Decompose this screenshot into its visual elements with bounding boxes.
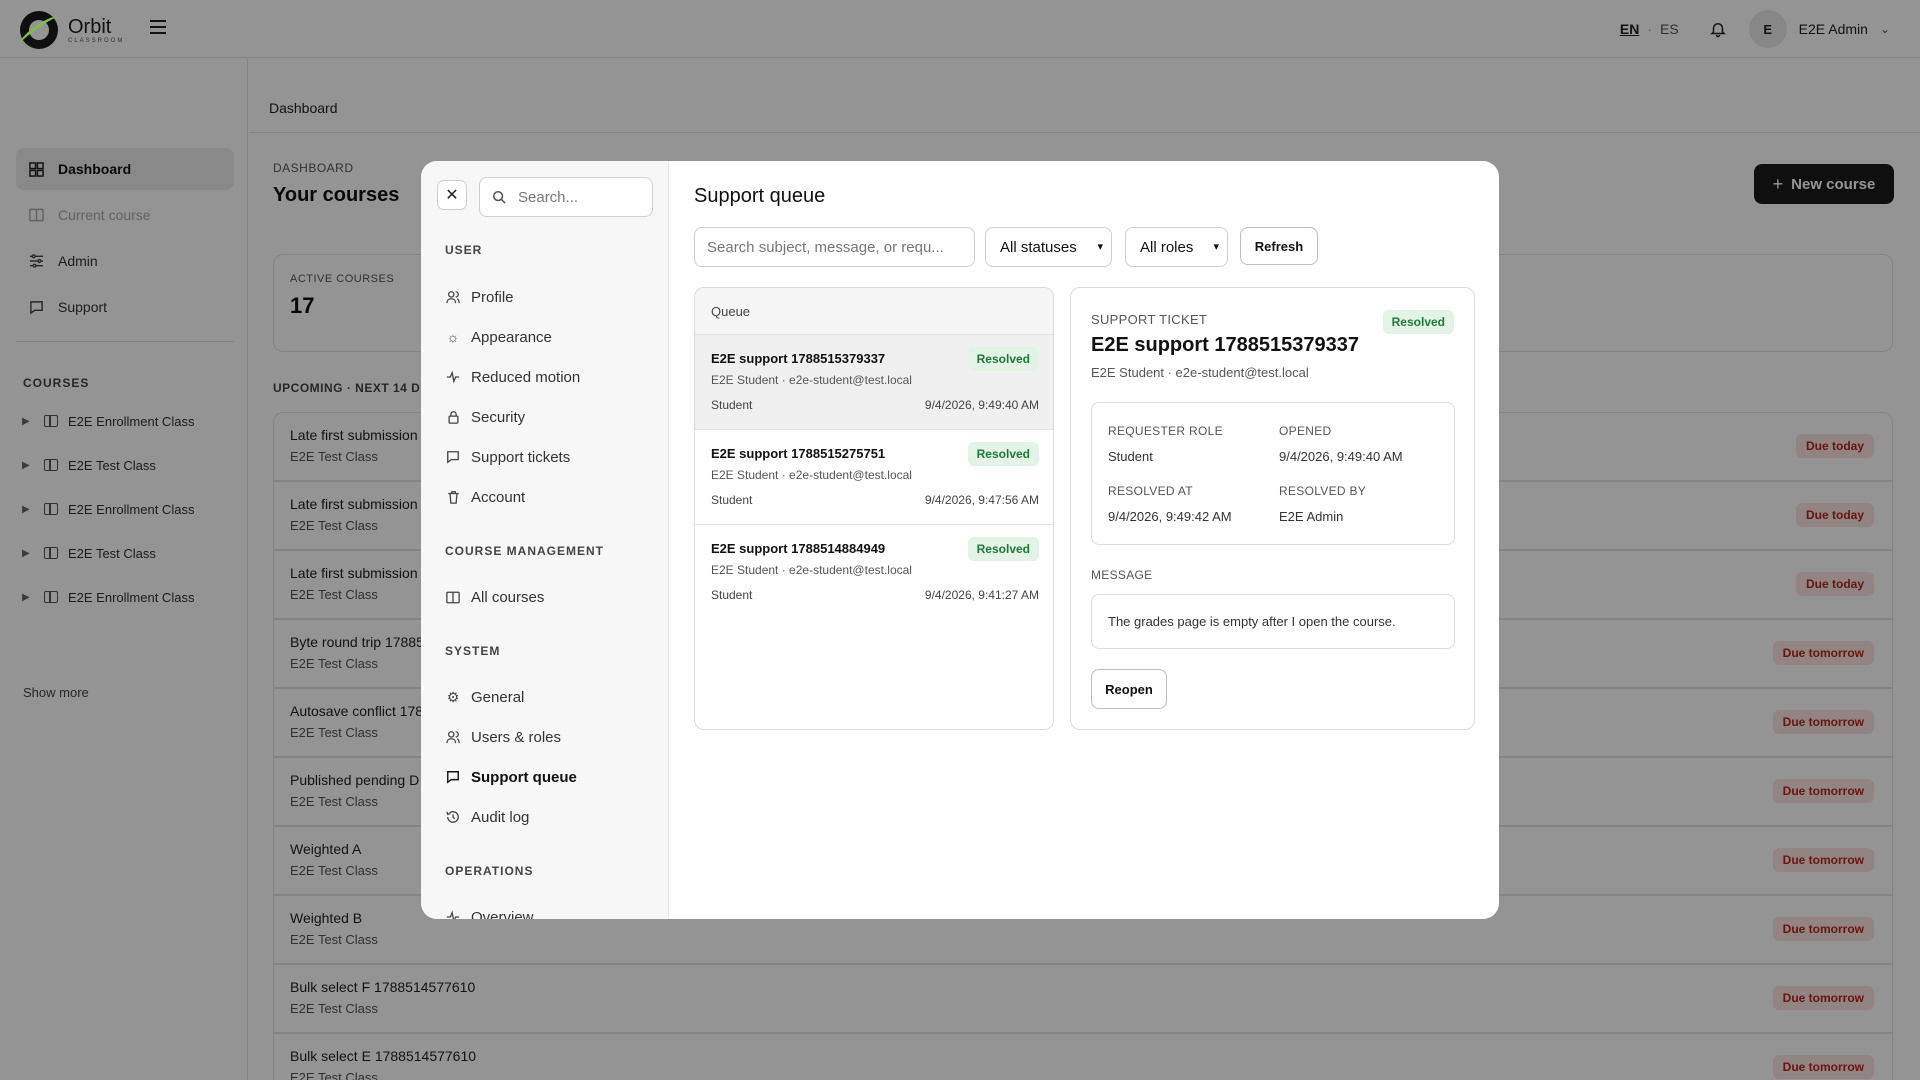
section-heading-course-management: COURSE MANAGEMENT [445,544,605,558]
status-badge: Resolved [1382,310,1454,334]
settings-item-label: Support queue [471,768,577,786]
reopen-button[interactable]: Reopen [1091,669,1167,709]
ticket-search-input[interactable] [694,227,975,267]
settings-item-profile[interactable]: Profile [445,282,655,312]
support-queue-panel: Support queue All statuses ▾ All roles ▾… [670,161,1499,919]
settings-item-reduced-motion[interactable]: Reduced motion [445,362,655,392]
settings-item-overview[interactable]: Overview [445,902,655,919]
ticket-requester: E2E Student · e2e-student@test.local [711,468,912,482]
settings-sidebar: ✕ Search... USER Profile ☼ Appearance Re… [421,161,669,919]
refresh-button[interactable]: Refresh [1240,227,1318,265]
users-icon [445,729,461,745]
settings-item-general[interactable]: ⚙ General [445,682,655,712]
ticket-role: Student [711,493,753,507]
message-label: MESSAGE [1091,568,1153,582]
settings-item-label: General [471,688,525,706]
resolved-at-label: RESOLVED AT [1108,484,1193,498]
ticket-list-item[interactable]: E2E support 1788515275751 Resolved E2E S… [695,430,1053,525]
chevron-down-icon: ▾ [1097,241,1103,253]
close-icon: ✕ [445,187,459,204]
lock-icon [445,409,461,425]
chat-icon [445,769,461,785]
ticket-detail: SUPPORT TICKET Resolved E2E support 1788… [1070,287,1475,730]
trash-icon [445,489,461,505]
section-heading-user: USER [445,243,483,257]
gear-icon: ⚙ [446,688,460,705]
sun-icon: ☼ [446,329,460,345]
activity-icon [445,909,461,919]
settings-item-label: All courses [471,588,545,606]
settings-item-label: Security [471,408,526,426]
settings-item-label: Account [471,488,526,506]
book-icon [445,589,461,605]
detail-eyebrow: SUPPORT TICKET [1091,312,1208,327]
ticket-list-item[interactable]: E2E support 1788515379337 Resolved E2E S… [695,335,1053,430]
settings-item-support-tickets[interactable]: Support tickets [445,442,655,472]
chat-icon [445,449,461,465]
close-button[interactable]: ✕ [437,180,467,210]
settings-item-label: Users & roles [471,728,562,746]
settings-item-label: Overview [471,908,534,920]
ticket-subject: E2E support 1788515379337 [711,351,886,366]
requester-role-value: Student [1108,449,1153,464]
requester-role-label: REQUESTER ROLE [1108,424,1223,438]
status-badge: Resolved [967,537,1039,561]
resolved-at-value: 9/4/2026, 9:49:42 AM [1108,509,1232,524]
status-badge: Resolved [967,347,1039,371]
opened-label: OPENED [1279,424,1332,438]
status-badge: Resolved [967,442,1039,466]
section-heading-operations: OPERATIONS [445,864,534,878]
page-title: Support queue [694,185,826,207]
ticket-subject: E2E support 1788514884949 [711,541,886,556]
settings-item-audit-log[interactable]: Audit log [445,802,655,832]
settings-item-label: Reduced motion [471,368,581,386]
settings-item-support-queue[interactable]: Support queue [445,762,655,792]
ticket-subject: E2E support 1788515275751 [711,446,886,461]
ticket-date: 9/4/2026, 9:49:40 AM [924,398,1039,412]
settings-item-label: Appearance [471,328,552,346]
section-heading-system: SYSTEM [445,644,501,658]
settings-item-all-courses[interactable]: All courses [445,582,655,612]
role-filter-select[interactable]: All roles ▾ [1125,227,1228,267]
opened-value: 9/4/2026, 9:49:40 AM [1279,449,1403,464]
settings-item-appearance[interactable]: ☼ Appearance [445,322,655,352]
activity-icon [445,369,461,385]
settings-item-users-roles[interactable]: Users & roles [445,722,655,752]
ticket-meta: REQUESTER ROLE Student OPENED 9/4/2026, … [1091,402,1455,545]
ticket-requester: E2E Student · e2e-student@test.local [711,563,912,577]
settings-item-label: Profile [471,288,514,306]
settings-item-security[interactable]: Security [445,402,655,432]
ticket-role: Student [711,398,753,412]
role-filter-value: All roles [1140,238,1194,256]
settings-item-label: Support tickets [471,448,571,466]
queue-heading: Queue [695,288,1053,335]
user-icon [445,289,461,305]
ticket-date: 9/4/2026, 9:47:56 AM [924,493,1039,507]
search-icon [492,190,506,204]
status-filter-value: All statuses [1000,238,1077,256]
ticket-requester: E2E Student · e2e-student@test.local [1091,365,1309,380]
ticket-role: Student [711,588,753,602]
ticket-list-item[interactable]: E2E support 1788514884949 Resolved E2E S… [695,525,1053,620]
resolved-by-value: E2E Admin [1279,509,1344,524]
settings-modal: ✕ Search... USER Profile ☼ Appearance Re… [421,161,1499,919]
chevron-down-icon: ▾ [1213,241,1219,253]
settings-search-input[interactable]: Search... [479,177,653,217]
ticket-requester: E2E Student · e2e-student@test.local [711,373,912,387]
settings-search-placeholder: Search... [518,188,579,206]
status-filter-select[interactable]: All statuses ▾ [985,227,1112,267]
resolved-by-label: RESOLVED BY [1279,484,1367,498]
ticket-date: 9/4/2026, 9:41:27 AM [924,588,1039,602]
ticket-title: E2E support 1788515379337 [1091,334,1359,356]
ticket-message: The grades page is empty after I open th… [1091,594,1455,649]
history-icon [445,809,461,825]
queue-list: Queue E2E support 1788515379337 Resolved… [694,287,1054,730]
settings-item-account[interactable]: Account [445,482,655,512]
settings-item-label: Audit log [471,808,530,826]
